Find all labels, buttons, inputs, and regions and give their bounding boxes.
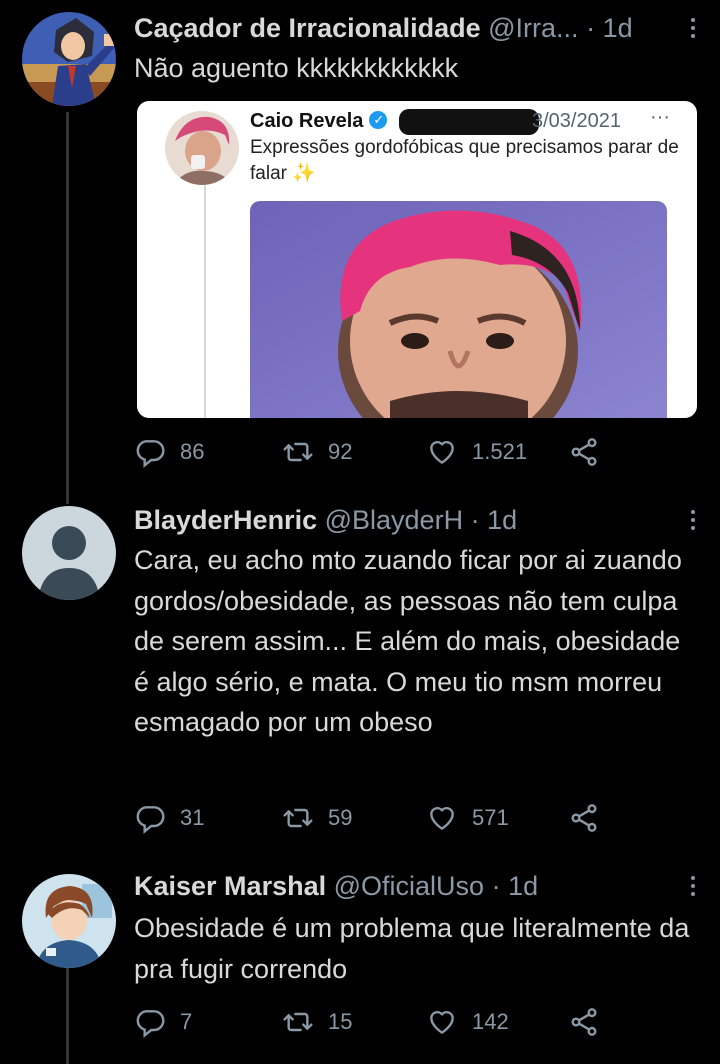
tweet-actions: 86 92 1.521 <box>134 432 614 472</box>
timestamp[interactable]: 1d <box>603 13 633 43</box>
retweet-button[interactable]: 59 <box>282 798 352 838</box>
retweet-button[interactable]: 92 <box>282 432 352 472</box>
embed-photo <box>250 201 667 418</box>
like-count: 1.521 <box>472 439 528 464</box>
reply-icon <box>136 1010 165 1038</box>
reply-count: 31 <box>180 805 205 830</box>
share-icon <box>571 438 597 466</box>
display-name[interactable]: BlayderHenric <box>134 505 317 535</box>
reply-button[interactable]: 86 <box>134 432 204 472</box>
tweet-text: Não aguento kkkkkkkkkkkk <box>134 53 459 83</box>
sparkle-icon: ✨ <box>292 163 316 184</box>
embed-name-text: Caio Revela <box>250 110 364 132</box>
share-icon <box>571 1008 597 1036</box>
heart-icon <box>430 440 454 464</box>
heart-icon <box>430 806 454 830</box>
tweet-text: Cara, eu acho mto zuando ficar por ai zu… <box>134 545 682 737</box>
avatar[interactable] <box>22 874 116 968</box>
share-button[interactable] <box>568 798 614 838</box>
embed-text: Expressões gordofóbicas que precisamos p… <box>250 135 690 187</box>
more-vertical-icon[interactable] <box>688 872 698 902</box>
redaction-bar <box>399 109 539 135</box>
like-button[interactable]: 1.521 <box>426 432 527 472</box>
share-icon <box>571 804 597 832</box>
username[interactable]: @Irra... <box>488 13 578 43</box>
separator-dot: · <box>491 871 501 901</box>
like-button[interactable]: 142 <box>426 1002 509 1042</box>
like-count: 142 <box>472 1009 509 1034</box>
timestamp[interactable]: 1d <box>508 871 538 901</box>
more-vertical-icon[interactable] <box>688 14 698 44</box>
tweet-actions: 7 15 142 <box>134 1002 614 1042</box>
display-name[interactable]: Caçador de Irracionalidade <box>134 13 481 43</box>
like-count: 571 <box>472 805 509 830</box>
share-button[interactable] <box>568 1002 614 1042</box>
tweet-header: Caçador de Irracionalidade @Irra... · 1d <box>134 8 700 48</box>
embed-display-name: Caio Revela <box>250 107 388 135</box>
more-vertical-icon[interactable] <box>688 506 698 536</box>
avatar[interactable] <box>22 12 116 106</box>
retweet-button[interactable]: 15 <box>282 1002 352 1042</box>
tweet[interactable]: Caçador de Irracionalidade @Irra... · 1d… <box>0 4 720 480</box>
share-button[interactable] <box>568 432 614 472</box>
username[interactable]: @OficialUso <box>334 871 484 901</box>
embedded-image[interactable]: Caio Revela 3/03/2021 ··· Expressões gor… <box>137 101 697 418</box>
retweet-count: 15 <box>328 1009 353 1034</box>
reply-button[interactable]: 31 <box>134 798 204 838</box>
tweet[interactable]: Kaiser Marshal @OficialUso · 1d Obesidad… <box>0 866 720 1064</box>
retweet-count: 59 <box>328 805 353 830</box>
retweet-count: 92 <box>328 439 353 464</box>
retweet-icon <box>283 1012 313 1032</box>
reply-count: 86 <box>180 439 205 464</box>
tweet-actions: 31 59 571 <box>134 798 614 838</box>
timestamp[interactable]: 1d <box>487 505 517 535</box>
tweet-text: Obesidade é um problema que literalmente… <box>134 913 690 984</box>
tweet-header: BlayderHenric @BlayderH · 1d <box>134 500 700 540</box>
default-avatar-icon <box>22 506 116 600</box>
display-name[interactable]: Kaiser Marshal <box>134 871 326 901</box>
reply-count: 7 <box>180 1009 193 1034</box>
retweet-icon <box>283 808 313 828</box>
avatar[interactable] <box>22 506 116 600</box>
separator-dot: · <box>470 505 480 535</box>
embed-date: 3/03/2021 <box>532 110 621 132</box>
retweet-icon <box>283 442 313 462</box>
embed-thread-line <box>204 161 206 418</box>
embed-avatar <box>165 111 239 185</box>
heart-icon <box>430 1010 454 1034</box>
like-button[interactable]: 571 <box>426 798 509 838</box>
tweet-header: Kaiser Marshal @OficialUso · 1d <box>134 866 700 906</box>
reply-icon <box>136 806 165 834</box>
username[interactable]: @BlayderH <box>325 505 463 535</box>
embed-more-icon: ··· <box>650 106 670 128</box>
reply-button[interactable]: 7 <box>134 1002 192 1042</box>
separator-dot: · <box>586 13 596 43</box>
tweet[interactable]: BlayderHenric @BlayderH · 1d Cara, eu ac… <box>0 500 720 856</box>
verified-badge-icon <box>369 110 388 129</box>
reply-icon <box>136 440 165 468</box>
